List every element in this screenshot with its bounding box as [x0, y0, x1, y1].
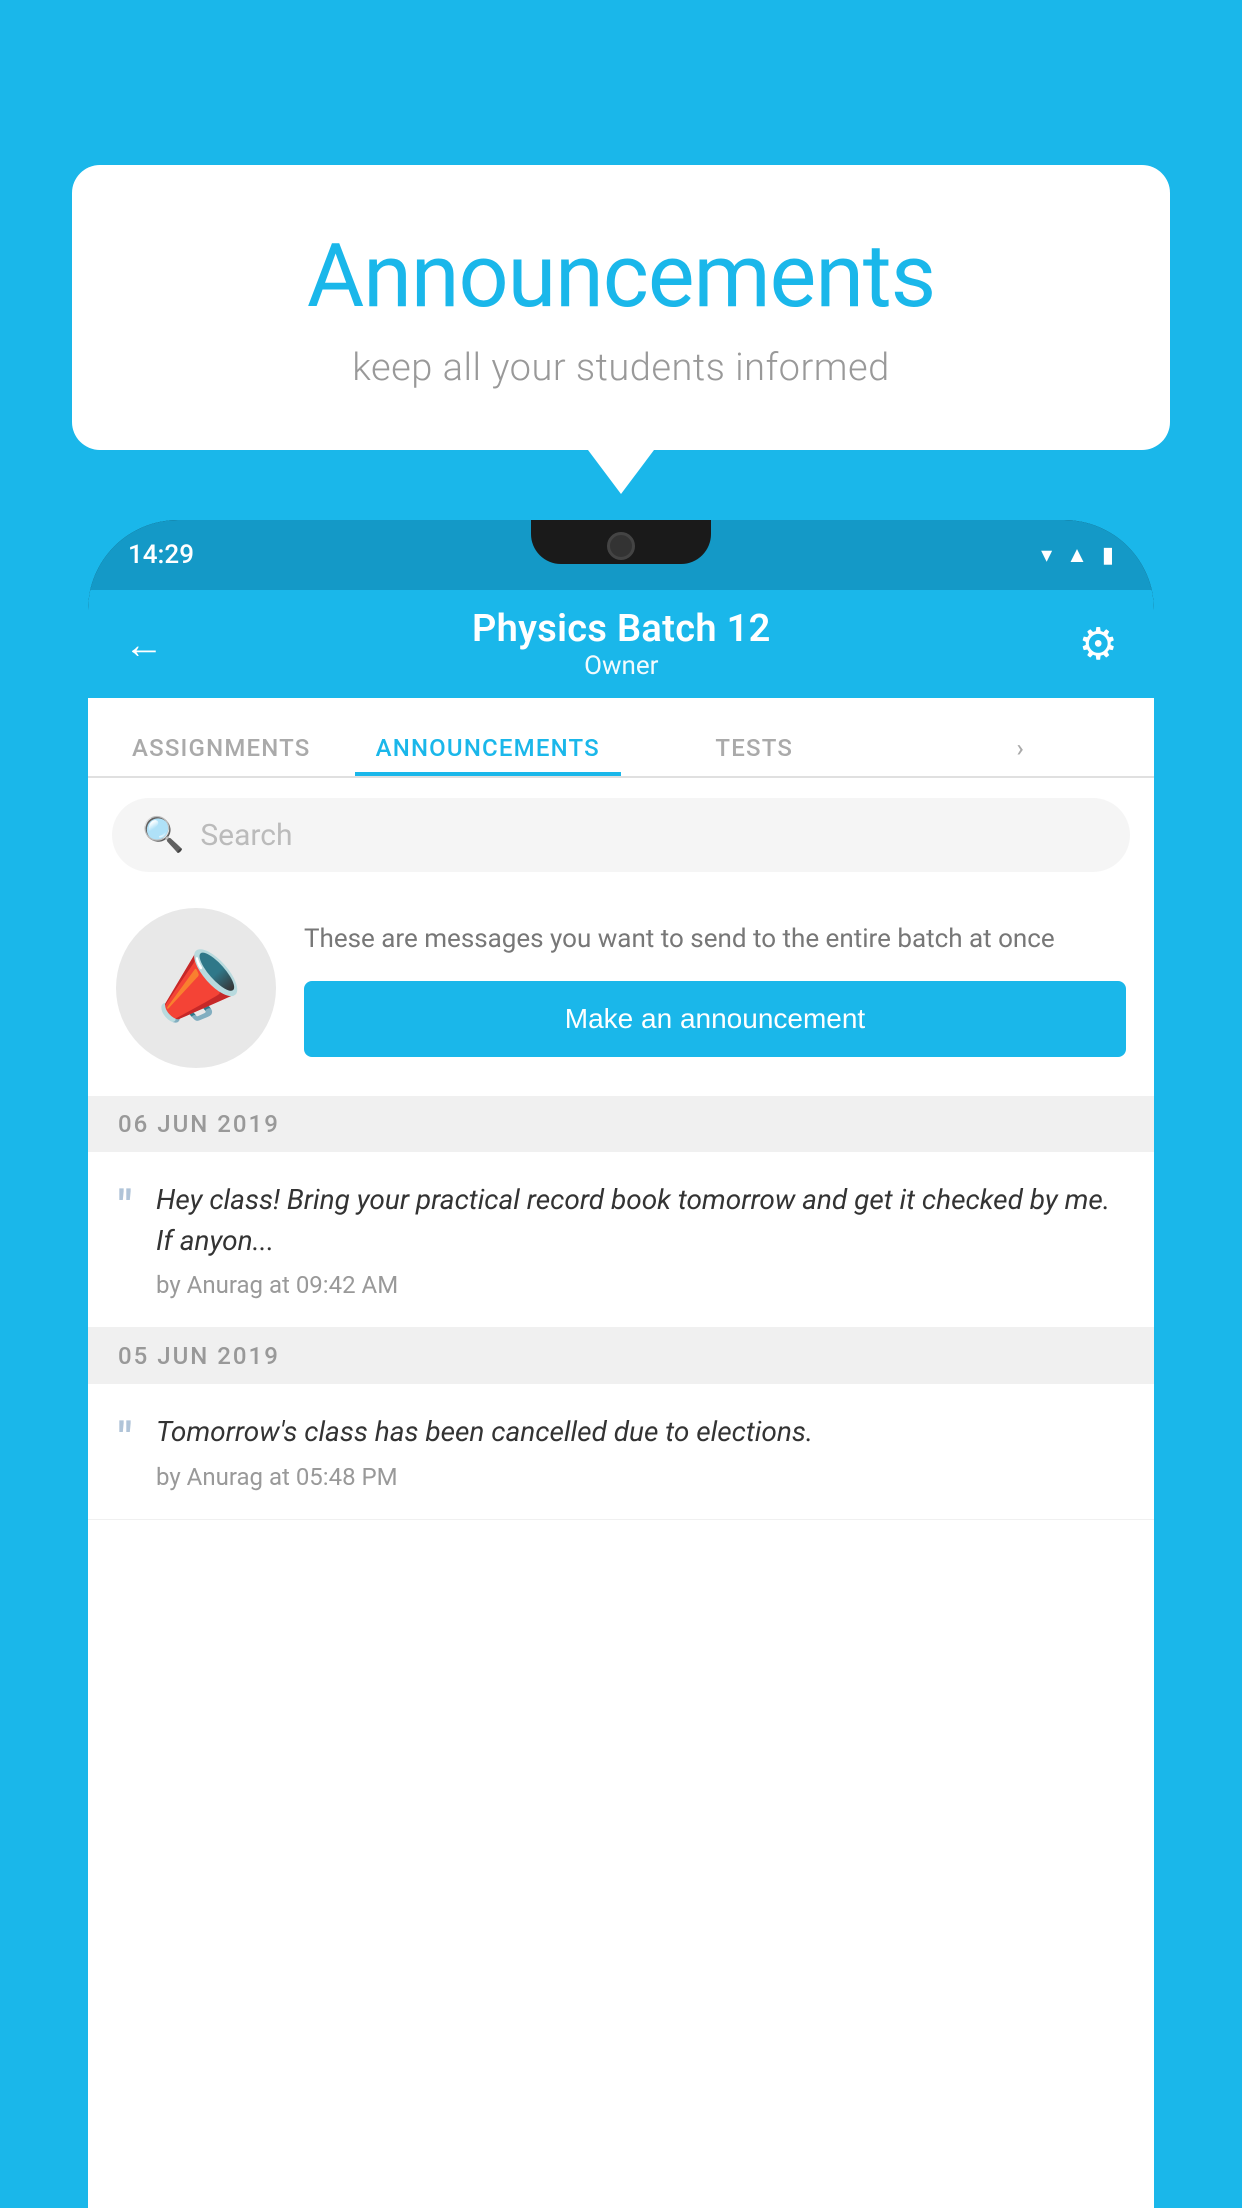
app-bar-subtitle: Owner	[472, 651, 771, 681]
tab-announcements[interactable]: ANNOUNCEMENTS	[355, 734, 622, 776]
search-placeholder: Search	[200, 818, 292, 853]
status-icons: ▾ ▲ ▮	[1041, 542, 1114, 568]
speech-bubble-container: Announcements keep all your students inf…	[72, 165, 1170, 450]
tab-bar: ASSIGNMENTS ANNOUNCEMENTS TESTS ›	[88, 698, 1154, 778]
back-button[interactable]: ←	[124, 621, 164, 668]
app-bar: ← Physics Batch 12 Owner ⚙	[88, 590, 1154, 698]
megaphone-icon: 📣	[139, 933, 252, 1044]
announcement-text-2: Tomorrow's class has been cancelled due …	[156, 1412, 813, 1453]
phone-camera	[607, 532, 635, 560]
battery-icon: ▮	[1102, 543, 1114, 568]
tab-tests[interactable]: TESTS	[621, 734, 888, 776]
announcement-content-2: Tomorrow's class has been cancelled due …	[156, 1412, 813, 1491]
announcement-item-2[interactable]: " Tomorrow's class has been cancelled du…	[88, 1384, 1154, 1520]
wifi-icon: ▾	[1041, 543, 1052, 568]
promo-description: These are messages you want to send to t…	[304, 920, 1126, 959]
announcement-meta-2: by Anurag at 05:48 PM	[156, 1463, 813, 1491]
search-icon: 🔍	[142, 815, 184, 855]
make-announcement-button[interactable]: Make an announcement	[304, 981, 1126, 1057]
announcement-content-1: Hey class! Bring your practical record b…	[156, 1180, 1124, 1299]
date-separator-2: 05 JUN 2019	[88, 1328, 1154, 1384]
settings-gear-icon[interactable]: ⚙	[1079, 618, 1118, 670]
promo-text-area: These are messages you want to send to t…	[304, 920, 1126, 1057]
app-bar-title: Physics Batch 12	[472, 607, 771, 651]
status-time: 14:29	[128, 540, 194, 570]
bubble-subtitle: keep all your students informed	[142, 346, 1100, 390]
speech-bubble: Announcements keep all your students inf…	[72, 165, 1170, 450]
signal-icon: ▲	[1066, 542, 1088, 568]
phone-mockup: 14:29 ▾ ▲ ▮ ← Physics Batch 12 Owner ⚙ A…	[88, 520, 1154, 2208]
bubble-title: Announcements	[142, 225, 1100, 328]
search-bar[interactable]: 🔍 Search	[112, 798, 1130, 872]
quote-icon-1: "	[118, 1184, 132, 1228]
app-bar-title-group: Physics Batch 12 Owner	[472, 607, 771, 681]
tab-more[interactable]: ›	[888, 734, 1155, 776]
quote-icon-2: "	[118, 1416, 132, 1460]
phone-notch	[531, 520, 711, 564]
tab-assignments[interactable]: ASSIGNMENTS	[88, 734, 355, 776]
promo-icon-circle: 📣	[116, 908, 276, 1068]
date-separator-1: 06 JUN 2019	[88, 1096, 1154, 1152]
announcement-item-1[interactable]: " Hey class! Bring your practical record…	[88, 1152, 1154, 1328]
promo-area: 📣 These are messages you want to send to…	[88, 872, 1154, 1096]
announcement-text-1: Hey class! Bring your practical record b…	[156, 1180, 1124, 1261]
announcement-meta-1: by Anurag at 09:42 AM	[156, 1271, 1124, 1299]
phone-screen: 🔍 Search 📣 These are messages you want t…	[88, 778, 1154, 2208]
